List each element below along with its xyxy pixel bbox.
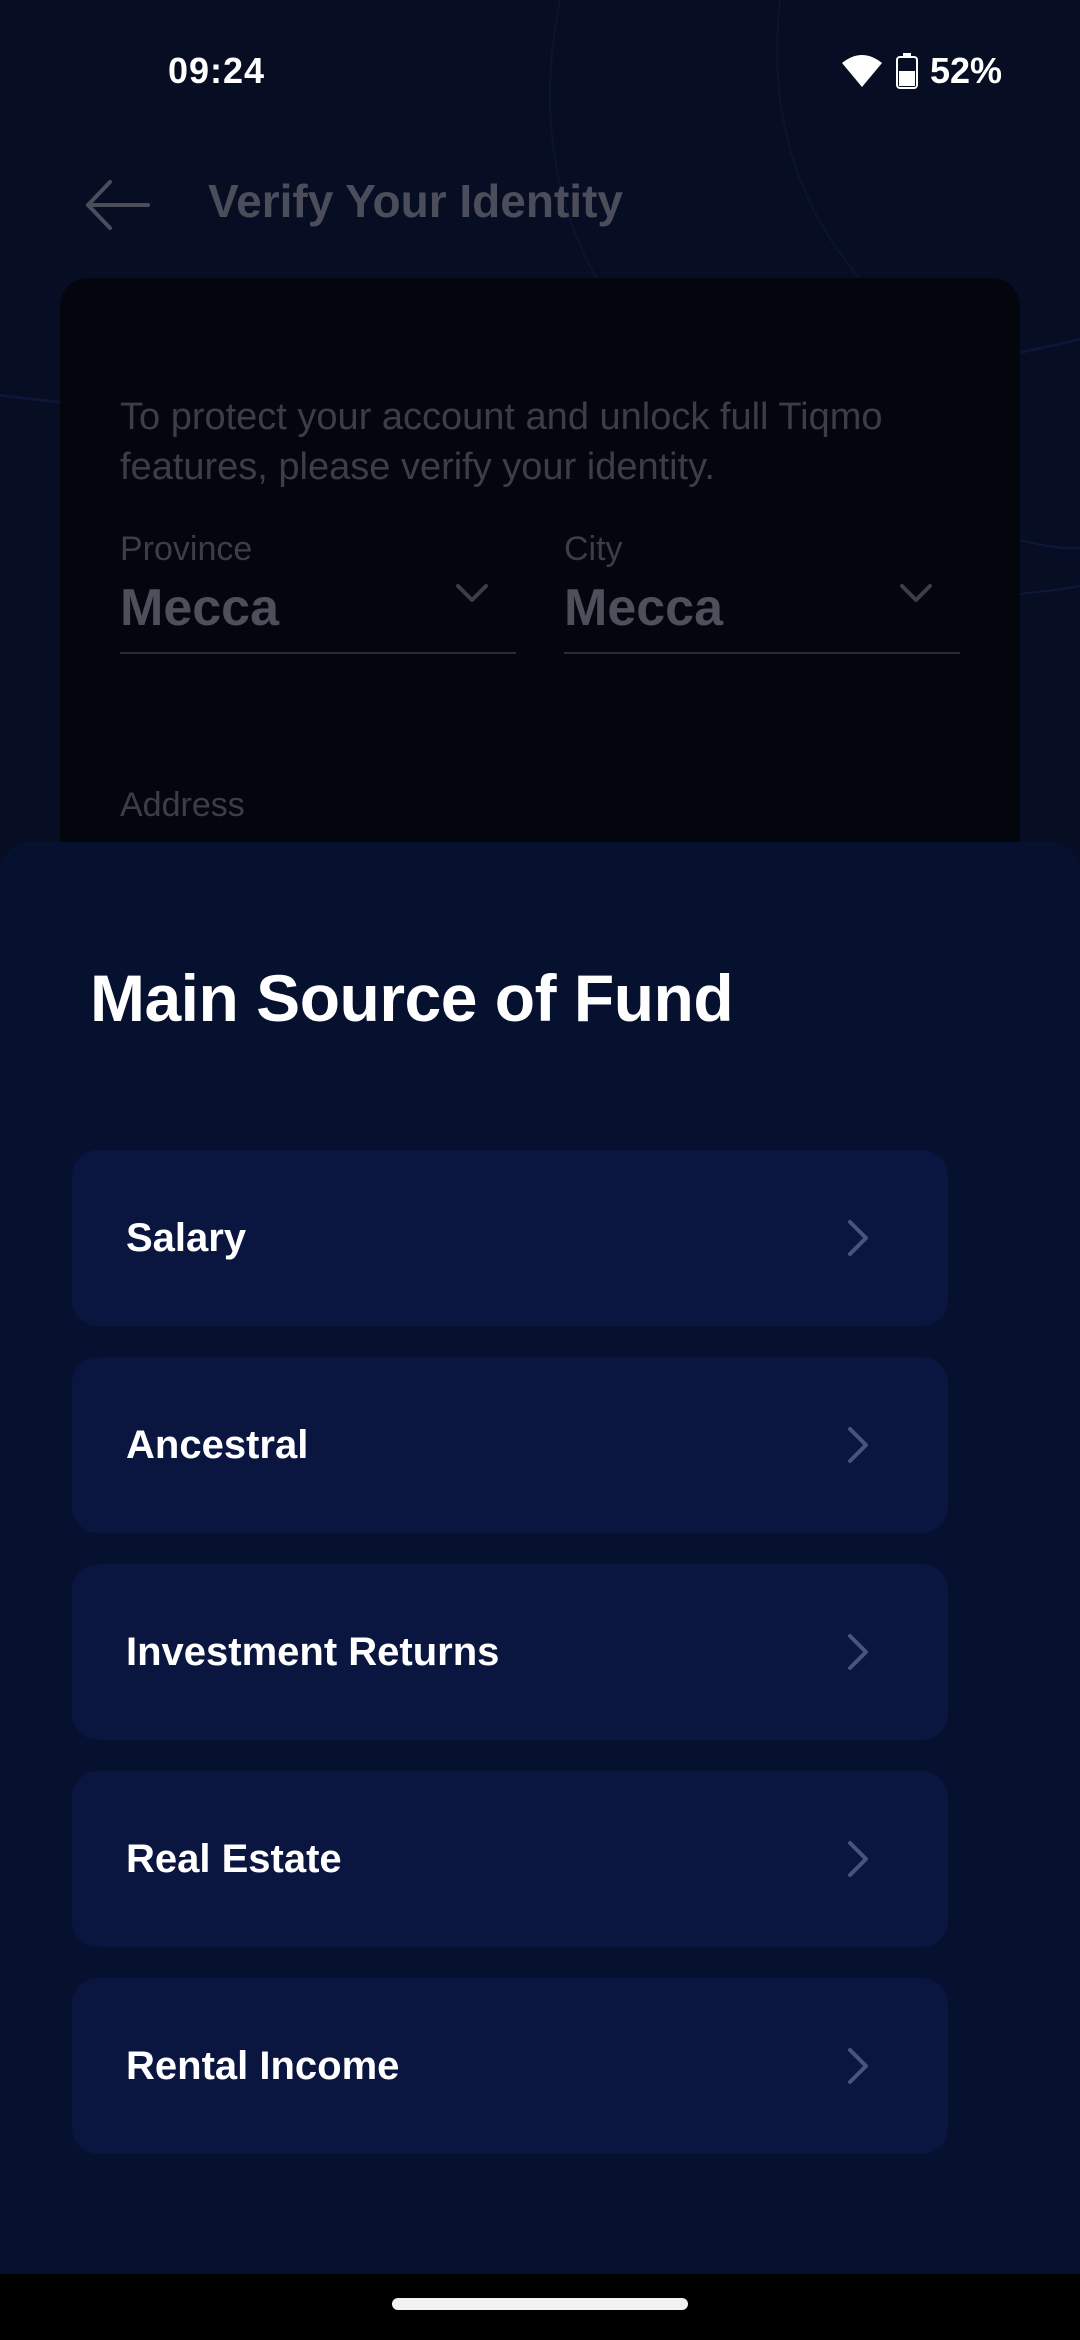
option-ancestral[interactable]: Ancestral [72,1357,948,1533]
screen: 09:24 52% Verify Your Identity To protec… [0,0,1080,2340]
status-icons: 52% [840,50,1002,92]
battery-icon [895,53,918,89]
province-label: Province [120,530,253,568]
arrow-left-icon[interactable] [80,170,160,240]
status-bar: 09:24 52% [0,0,1080,140]
option-label: Real Estate [126,1837,342,1881]
address-label: Address [120,786,245,824]
intro-text: To protect your account and unlock full … [120,396,883,488]
option-label: Rental Income [126,2044,400,2088]
chevron-right-icon [848,1427,868,1463]
option-rental-income[interactable]: Rental Income [72,1978,948,2154]
page-title: Verify Your Identity [208,175,623,227]
chevron-down-icon [456,584,488,602]
option-real-estate[interactable]: Real Estate [72,1771,948,1947]
chevron-right-icon [848,1220,868,1256]
option-salary[interactable]: Salary [72,1150,948,1326]
province-dropdown[interactable]: Province Mecca [120,530,516,654]
option-investment-returns[interactable]: Investment Returns [72,1564,948,1740]
province-value: Mecca [120,579,279,637]
battery-percentage: 52% [929,50,1002,91]
option-list: Salary Ancestral Investment Returns Real… [72,1150,948,2185]
chevron-right-icon [848,1841,868,1877]
chevron-right-icon [848,2048,868,2084]
sheet-title: Main Source of Fund [90,961,734,1035]
city-label: City [564,530,623,568]
option-label: Ancestral [126,1423,309,1467]
source-of-fund-sheet: Main Source of Fund Salary Ancestral Inv… [0,842,1080,2274]
option-label: Investment Returns [126,1630,500,1674]
option-label: Salary [126,1216,247,1260]
app-header: Verify Your Identity [0,150,1080,260]
status-time: 09:24 [168,50,266,91]
city-value: Mecca [564,579,723,637]
identity-form-card: To protect your account and unlock full … [60,278,1020,898]
home-indicator[interactable] [392,2298,688,2310]
city-dropdown[interactable]: City Mecca [564,530,960,654]
chevron-down-icon [900,584,932,602]
chevron-right-icon [848,1634,868,1670]
wifi-icon [841,55,882,87]
navigation-bar [0,2274,1080,2340]
